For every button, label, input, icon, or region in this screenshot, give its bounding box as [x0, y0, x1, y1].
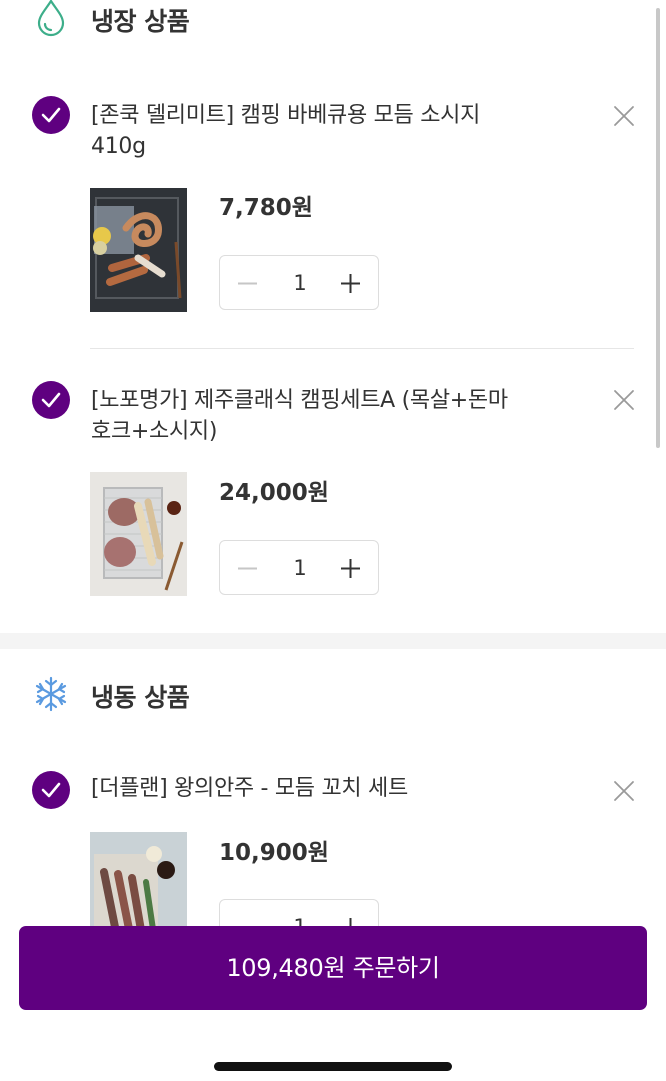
- product-thumbnail[interactable]: [90, 188, 187, 312]
- item-checkbox[interactable]: [32, 771, 70, 809]
- checkmark-icon: [41, 392, 61, 408]
- section-gap: [0, 633, 666, 649]
- section-header-refrigerated: 냉장 상품: [0, 0, 666, 38]
- decrease-button[interactable]: [220, 541, 275, 596]
- checkmark-icon: [41, 107, 61, 123]
- section-title: 냉장 상품: [91, 7, 190, 36]
- quantity-stepper: 1: [219, 540, 379, 595]
- increase-button[interactable]: [323, 541, 378, 596]
- minus-icon: [238, 282, 257, 285]
- divider: [90, 348, 634, 349]
- quantity-value: 1: [293, 556, 307, 580]
- plus-icon: [341, 274, 360, 293]
- decrease-button[interactable]: [220, 256, 275, 311]
- snowflake-icon: [34, 674, 68, 714]
- close-icon: [614, 781, 634, 801]
- section-header-frozen: 냉동 상품: [0, 674, 666, 714]
- quantity-stepper: 1: [219, 255, 379, 310]
- item-name: [존쿡 델리미트] 캠핑 바베큐용 모듬 소시지 410g: [91, 103, 481, 159]
- remove-item-button[interactable]: [612, 104, 636, 128]
- section-title: 냉동 상품: [91, 683, 190, 712]
- order-button[interactable]: 109,480원 주문하기: [19, 926, 647, 1010]
- remove-item-button[interactable]: [612, 388, 636, 412]
- minus-icon: [238, 567, 257, 570]
- remove-item-button[interactable]: [612, 779, 636, 803]
- close-icon: [614, 390, 634, 410]
- water-drop-icon: [34, 0, 68, 38]
- increase-button[interactable]: [323, 256, 378, 311]
- item-checkbox[interactable]: [32, 381, 70, 419]
- item-price: 24,000원: [219, 480, 329, 506]
- close-icon: [614, 106, 634, 126]
- product-thumbnail[interactable]: [90, 472, 187, 596]
- item-name: [노포명가] 제주클래식 캠핑세트A (목살+돈마호크+소시지): [91, 388, 508, 444]
- plus-icon: [341, 559, 360, 578]
- home-indicator[interactable]: [214, 1062, 452, 1071]
- item-price: 7,780원: [219, 195, 313, 221]
- item-checkbox[interactable]: [32, 96, 70, 134]
- item-price: 10,900원: [219, 840, 329, 866]
- quantity-value: 1: [293, 271, 307, 295]
- meat-set-image: [90, 472, 187, 596]
- checkmark-icon: [41, 782, 61, 798]
- scrollbar[interactable]: [656, 8, 660, 448]
- item-name: [더플랜] 왕의안주 - 모듬 꼬치 세트: [91, 776, 408, 801]
- sausage-image: [90, 188, 187, 312]
